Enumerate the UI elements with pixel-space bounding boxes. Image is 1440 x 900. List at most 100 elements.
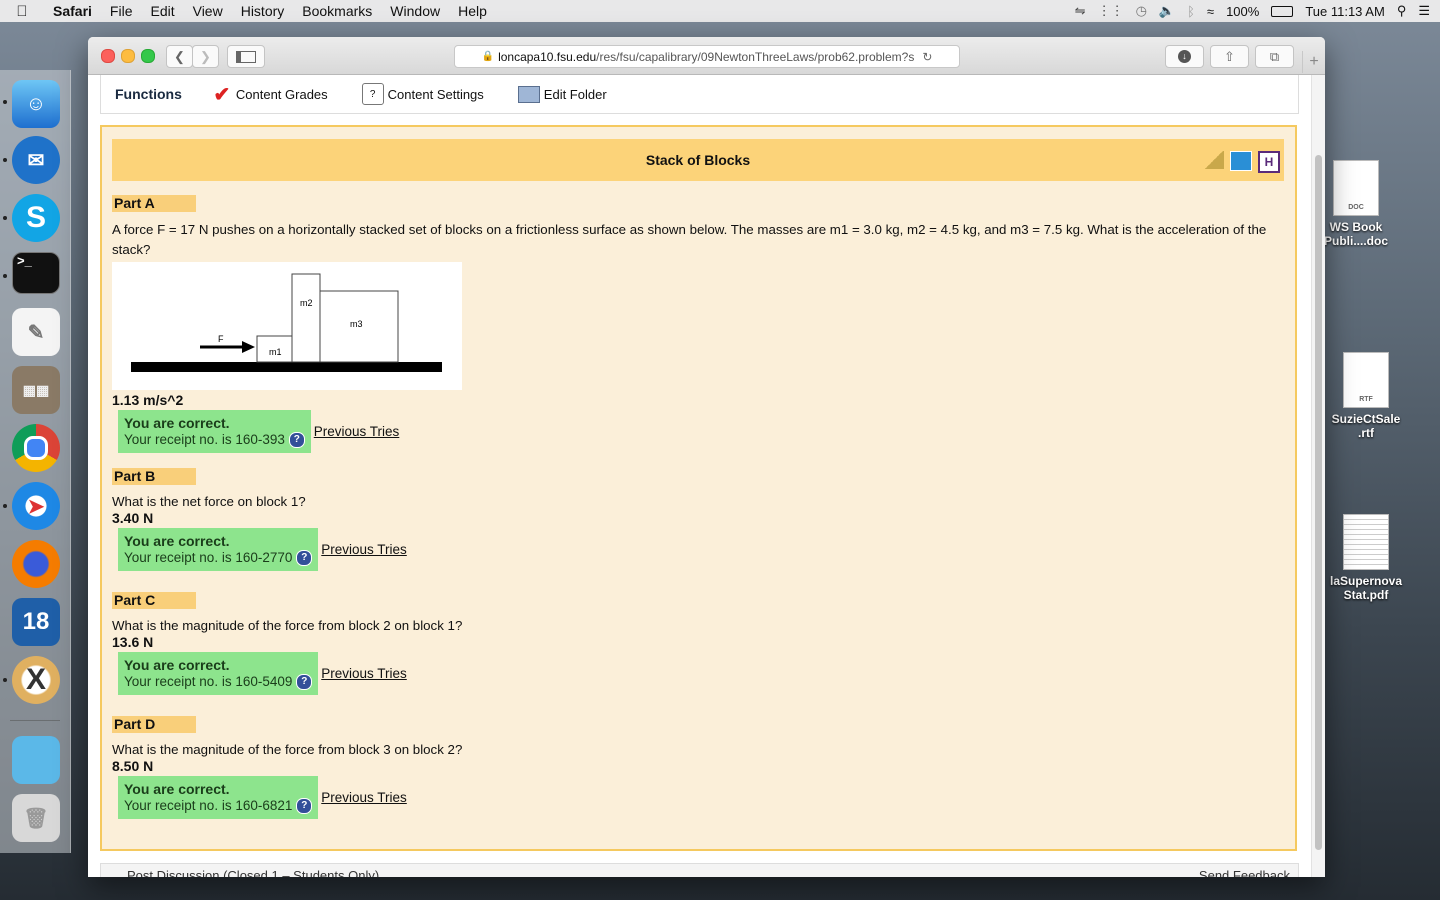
help-icon[interactable]: ? bbox=[296, 798, 313, 815]
desktop-file-pdf[interactable]: laSupernova Stat.pdf bbox=[1326, 514, 1406, 602]
menu-file[interactable]: File bbox=[101, 3, 142, 19]
safari-icon[interactable]: ➤ bbox=[12, 482, 60, 530]
submitted-answer: 13.6 N bbox=[112, 634, 154, 650]
running-indicator bbox=[3, 158, 7, 162]
correct-status: You are correct. bbox=[124, 415, 230, 431]
calendar-18-icon[interactable]: 18 bbox=[12, 598, 60, 646]
textedit-icon[interactable]: ✎ bbox=[12, 308, 60, 356]
finder-icon[interactable]: ☺ bbox=[12, 80, 60, 128]
menu-window[interactable]: Window bbox=[381, 3, 449, 19]
part-d: Part D What is the magnitude of the forc… bbox=[112, 716, 1284, 820]
submitted-answer: 1.13 m/s^2 bbox=[112, 392, 184, 408]
menu-bookmarks[interactable]: Bookmarks bbox=[293, 3, 381, 19]
close-window-button[interactable] bbox=[101, 49, 115, 63]
notification-center-icon[interactable]: ☰ bbox=[1418, 3, 1430, 19]
discussion-bar: Post Discussion (Closed 1 – Students Onl… bbox=[100, 863, 1299, 877]
running-indicator bbox=[3, 678, 7, 682]
time-machine-icon[interactable]: ◷ bbox=[1136, 3, 1147, 19]
ground-surface bbox=[131, 362, 442, 372]
checkmark-icon: ✔ bbox=[213, 83, 231, 106]
back-button[interactable]: ❮ bbox=[166, 45, 193, 68]
downloads-folder-icon[interactable] bbox=[12, 736, 60, 784]
doc-file-icon: DOC bbox=[1333, 160, 1379, 216]
help-icon[interactable]: ? bbox=[288, 432, 305, 449]
force-label: F bbox=[218, 334, 224, 344]
part-header: Part D bbox=[112, 716, 196, 733]
desktop-file-rtf[interactable]: RTF SuzieCtSale .rtf bbox=[1326, 352, 1406, 440]
share-icon: ⇧ bbox=[1224, 48, 1235, 64]
minimize-window-button[interactable] bbox=[121, 49, 135, 63]
previous-tries-link[interactable]: Previous Tries bbox=[314, 424, 400, 439]
vertical-scrollbar[interactable] bbox=[1311, 75, 1325, 877]
content-grades-link[interactable]: ✔ Content Grades bbox=[212, 83, 328, 106]
safari-window: ❮ ❯ 🔒 loncapa10.fsu.edu/res/fsu/capalibr… bbox=[88, 37, 1325, 877]
previous-tries-link[interactable]: Previous Tries bbox=[321, 542, 407, 557]
share-button[interactable]: ⇧ bbox=[1210, 45, 1249, 68]
block-m2 bbox=[291, 273, 321, 363]
problem-panel: Stack of Blocks H Part A A force F = 17 … bbox=[100, 125, 1297, 851]
help-icon[interactable]: ? bbox=[296, 674, 313, 691]
wifi-icon[interactable]: ≈ bbox=[1207, 4, 1214, 19]
plus-icon: + bbox=[1309, 53, 1319, 70]
chevron-left-icon: ❮ bbox=[174, 48, 185, 64]
scrollbar-thumb[interactable] bbox=[1315, 155, 1322, 850]
x11-icon[interactable]: X bbox=[12, 656, 60, 704]
receipt-text: Your receipt no. is 160-6821 bbox=[124, 798, 293, 813]
clock[interactable]: Tue 11:13 AM bbox=[1305, 4, 1385, 19]
force-arrow-head bbox=[242, 341, 255, 353]
menu-edit[interactable]: Edit bbox=[141, 3, 183, 19]
trash-icon[interactable]: 🗑 bbox=[12, 794, 60, 842]
battery-status[interactable]: 100% bbox=[1226, 4, 1259, 19]
ruler-icon[interactable] bbox=[1204, 151, 1224, 169]
edit-folder-link[interactable]: Edit Folder bbox=[517, 85, 607, 103]
terminal-icon[interactable]: >_ bbox=[12, 252, 60, 294]
send-feedback-link[interactable]: Send Feedback bbox=[1199, 868, 1290, 877]
reload-icon[interactable]: ↻ bbox=[922, 50, 932, 64]
skype-icon[interactable]: S bbox=[12, 194, 60, 242]
running-indicator bbox=[3, 216, 7, 220]
rtf-file-icon: RTF bbox=[1343, 352, 1389, 408]
dots-icon[interactable]: ⋮⋮ bbox=[1098, 3, 1124, 19]
problem-title: Stack of Blocks bbox=[645, 152, 751, 168]
sidebar-button[interactable] bbox=[227, 45, 265, 68]
graph-icon[interactable] bbox=[1230, 151, 1252, 171]
downloads-button[interactable]: ↓ bbox=[1165, 45, 1204, 68]
address-bar[interactable]: 🔒 loncapa10.fsu.edu/res/fsu/capalibrary/… bbox=[454, 45, 960, 68]
lock-icon: 🔒 bbox=[481, 51, 495, 62]
edit-folder-label: Edit Folder bbox=[543, 86, 607, 102]
menu-view[interactable]: View bbox=[184, 3, 232, 19]
menu-help[interactable]: Help bbox=[449, 3, 496, 19]
bluetooth-icon[interactable]: ᛒ bbox=[1187, 4, 1195, 19]
post-discussion-link[interactable]: Post Discussion (Closed 1 – Students Onl… bbox=[127, 868, 379, 877]
help-icon[interactable]: ? bbox=[296, 550, 313, 567]
sidebar-icon bbox=[236, 50, 256, 63]
tabs-overview-button[interactable]: ⧉ bbox=[1255, 45, 1294, 68]
zoom-window-button[interactable] bbox=[141, 49, 155, 63]
hints-icon[interactable]: H bbox=[1258, 151, 1280, 173]
spotlight-search-icon[interactable]: ⚲ bbox=[1397, 3, 1407, 19]
part-header: Part A bbox=[112, 195, 196, 212]
desktop-file-name: SuzieCtSale .rtf bbox=[1331, 412, 1401, 440]
volume-icon[interactable]: 🔈 bbox=[1159, 3, 1175, 19]
receipt-text: Your receipt no. is 160-393 bbox=[124, 432, 285, 447]
menu-history[interactable]: History bbox=[232, 3, 294, 19]
chrome-icon[interactable] bbox=[12, 424, 60, 472]
thunderbird-icon[interactable]: ✉ bbox=[12, 136, 60, 184]
forward-button[interactable]: ❯ bbox=[192, 45, 219, 68]
previous-tries-link[interactable]: Previous Tries bbox=[321, 666, 407, 681]
part-c: Part C What is the magnitude of the forc… bbox=[112, 592, 1284, 696]
battery-icon[interactable] bbox=[1271, 5, 1294, 17]
previous-tries-link[interactable]: Previous Tries bbox=[321, 790, 407, 805]
airplay-icon[interactable]: ⇋ bbox=[1075, 3, 1086, 19]
firefox-icon[interactable] bbox=[12, 540, 60, 588]
correct-feedback: You are correct. Your receipt no. is 160… bbox=[118, 528, 319, 572]
content-settings-link[interactable]: ? Content Settings bbox=[361, 83, 484, 105]
menu-app-safari[interactable]: Safari bbox=[44, 3, 101, 19]
dock-separator bbox=[10, 720, 60, 721]
question-text: What is the magnitude of the force from … bbox=[112, 618, 463, 633]
new-tab-button[interactable]: + bbox=[1302, 51, 1325, 73]
apple-menu-icon[interactable]:  bbox=[0, 3, 44, 20]
functions-bar: Functions ✔ Content Grades ? Content Set… bbox=[100, 75, 1299, 114]
calculator-icon[interactable]: ▦▦ bbox=[12, 366, 60, 414]
desktop-file-doc[interactable]: DOC WS Book Publi....doc bbox=[1316, 160, 1396, 248]
